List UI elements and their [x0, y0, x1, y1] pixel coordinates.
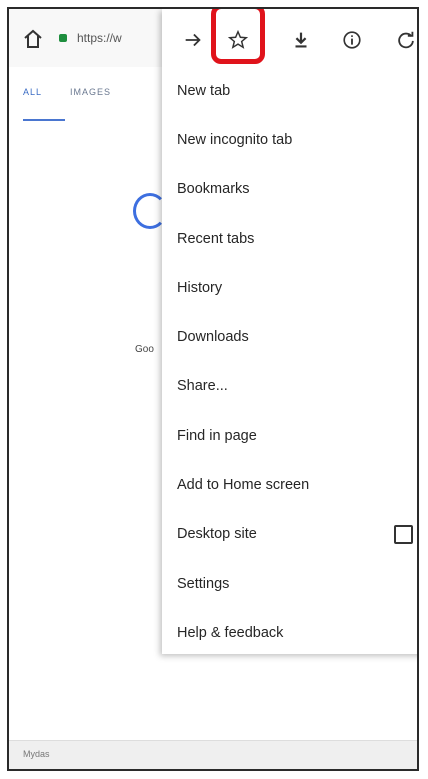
download-icon[interactable]: [286, 25, 316, 55]
overflow-menu: New tab New incognito tab Bookmarks Rece…: [162, 9, 417, 654]
screen-frame: https://w ALL IMAGES Goo Mydas New tab N…: [7, 7, 419, 771]
page-footer: Mydas: [9, 740, 417, 769]
menu-item-label: Downloads: [177, 329, 249, 346]
menu-item-label: Share...: [177, 378, 228, 395]
info-icon[interactable]: [337, 25, 367, 55]
menu-item-label: History: [177, 279, 223, 296]
menu-item-label: New incognito tab: [177, 131, 293, 148]
forward-icon[interactable]: [178, 25, 208, 55]
menu-item-settings[interactable]: Settings: [162, 559, 417, 608]
partial-page-text: Goo: [135, 344, 154, 355]
menu-item-label: Find in page: [177, 427, 257, 444]
url-bar[interactable]: https://w: [59, 25, 169, 51]
menu-item-label: Settings: [177, 575, 230, 592]
highlight-box: [211, 9, 265, 64]
menu-item-label: Desktop site: [177, 526, 257, 543]
menu-item-label: Help & feedback: [177, 624, 284, 641]
menu-item-label: New tab: [177, 82, 231, 99]
menu-item-add-to-home-screen[interactable]: Add to Home screen: [162, 460, 417, 509]
menu-items: New tab New incognito tab Bookmarks Rece…: [162, 66, 417, 658]
refresh-icon[interactable]: [391, 25, 417, 55]
tab-images[interactable]: IMAGES: [70, 87, 111, 97]
active-tab-indicator: [23, 119, 65, 121]
menu-item-label: Add to Home screen: [177, 477, 310, 494]
url-text: https://w: [77, 31, 122, 45]
home-icon[interactable]: [21, 27, 45, 51]
lock-icon: [59, 34, 67, 42]
menu-item-label: Bookmarks: [177, 181, 250, 198]
menu-item-help-feedback[interactable]: Help & feedback: [162, 608, 417, 657]
menu-item-new-incognito-tab[interactable]: New incognito tab: [162, 115, 417, 164]
tab-all[interactable]: ALL: [23, 87, 42, 97]
desktop-site-checkbox[interactable]: [394, 524, 413, 544]
menu-item-bookmarks[interactable]: Bookmarks: [162, 165, 417, 214]
menu-item-share[interactable]: Share...: [162, 362, 417, 411]
menu-icon-row: [162, 9, 417, 67]
search-tabs: ALL IMAGES: [23, 87, 111, 97]
menu-item-history[interactable]: History: [162, 263, 417, 312]
menu-item-find-in-page[interactable]: Find in page: [162, 411, 417, 460]
menu-item-new-tab[interactable]: New tab: [162, 66, 417, 115]
footer-text: Mydas: [23, 749, 50, 759]
menu-item-recent-tabs[interactable]: Recent tabs: [162, 214, 417, 263]
menu-item-desktop-site[interactable]: Desktop site: [162, 510, 417, 559]
menu-item-label: Recent tabs: [177, 230, 255, 247]
menu-item-downloads[interactable]: Downloads: [162, 312, 417, 361]
